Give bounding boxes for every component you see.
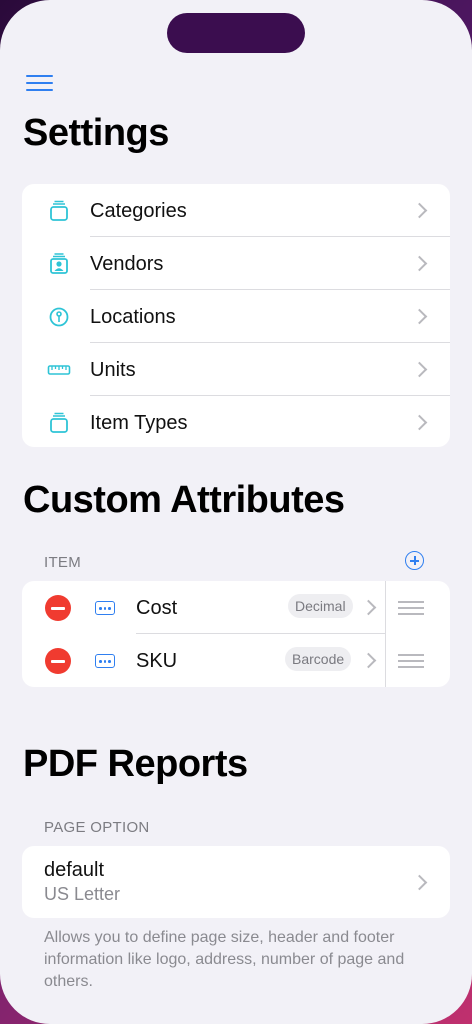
page-option-title: default: [44, 859, 105, 881]
chevron-right-icon: [411, 202, 428, 219]
attribute-row-sku[interactable]: SKU Barcode: [22, 634, 450, 687]
add-attribute-icon[interactable]: [405, 551, 424, 570]
vendor-person-icon: [50, 253, 68, 274]
settings-item-vendors[interactable]: Vendors: [22, 237, 450, 290]
settings-item-label: Categories: [90, 200, 187, 222]
settings-item-label: Vendors: [90, 253, 164, 275]
chevron-right-icon: [411, 255, 428, 272]
page-title: Settings: [23, 112, 169, 154]
attribute-label: SKU: [136, 650, 178, 672]
text-field-icon: [95, 654, 115, 668]
attribute-label: Cost: [136, 597, 178, 619]
settings-item-label: Units: [90, 359, 136, 381]
chevron-right-icon: [411, 308, 428, 325]
ruler-icon: [47, 365, 71, 375]
settings-item-units[interactable]: Units: [22, 343, 450, 396]
settings-item-locations[interactable]: Locations: [22, 290, 450, 343]
location-pin-icon: [49, 307, 69, 327]
page-option-subtitle: US Letter: [44, 884, 121, 904]
settings-item-label: Locations: [90, 306, 176, 328]
reorder-handle-icon[interactable]: [398, 654, 424, 668]
page-option-section-header: PAGE OPTION: [44, 819, 150, 836]
attribute-type-badge: Decimal: [288, 594, 353, 618]
settings-item-categories[interactable]: Categories: [22, 184, 450, 237]
pdf-reports-title: PDF Reports: [23, 743, 248, 785]
settings-item-label: Item Types: [90, 412, 188, 434]
attribute-type-badge: Barcode: [285, 647, 352, 671]
item-section-header: ITEM: [44, 554, 82, 571]
delete-icon[interactable]: [45, 648, 71, 674]
chevron-right-icon: [411, 414, 428, 431]
settings-list: Categories Vendors Locations Units Item …: [22, 184, 450, 447]
delete-icon[interactable]: [45, 595, 71, 621]
menu-icon[interactable]: [26, 75, 53, 93]
app-screen: Settings Categories Vendors Locations Un…: [0, 0, 472, 1024]
custom-attributes-title: Custom Attributes: [23, 479, 345, 521]
attribute-row-cost[interactable]: Cost Decimal: [22, 581, 450, 634]
dynamic-island: [167, 13, 305, 53]
reorder-handle-icon[interactable]: [398, 601, 424, 615]
page-option-footnote: Allows you to define page size, header a…: [44, 929, 405, 990]
chevron-right-icon: [360, 599, 377, 616]
page-option-card[interactable]: [22, 846, 450, 918]
text-field-icon: [95, 601, 115, 615]
chevron-right-icon: [360, 652, 377, 669]
chevron-right-icon: [411, 361, 428, 378]
custom-attributes-list: Cost Decimal SKU Barcode: [22, 581, 450, 687]
tray-stack-icon: [50, 200, 68, 221]
tray-stack-icon: [50, 412, 68, 433]
settings-item-item-types[interactable]: Item Types: [22, 396, 450, 447]
